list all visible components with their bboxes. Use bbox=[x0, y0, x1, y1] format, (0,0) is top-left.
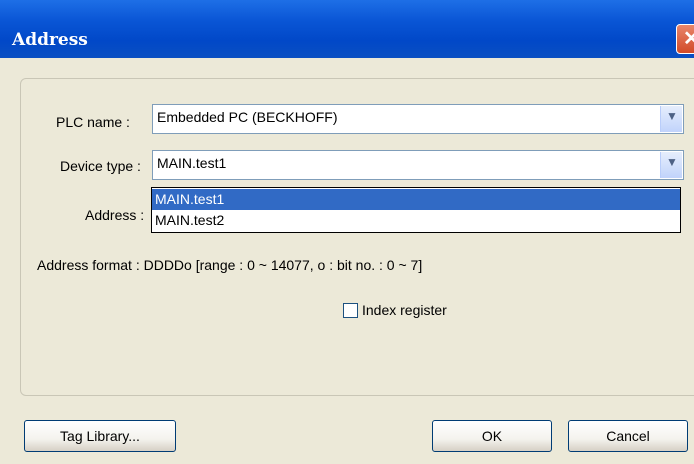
device-type-label: Device type : bbox=[60, 158, 141, 174]
plc-name-label: PLC name : bbox=[56, 114, 130, 130]
chevron-down-icon: ▼ bbox=[666, 155, 678, 169]
device-type-dropdown-list: MAIN.test1 MAIN.test2 bbox=[151, 187, 681, 233]
close-button[interactable]: ✕ bbox=[676, 24, 694, 54]
plc-name-select[interactable]: Embedded PC (BECKHOFF) ▼ bbox=[152, 104, 684, 134]
plc-name-value: Embedded PC (BECKHOFF) bbox=[157, 109, 338, 125]
tag-library-button[interactable]: Tag Library... bbox=[24, 420, 176, 452]
ok-button[interactable]: OK bbox=[432, 420, 552, 452]
address-format-text: Address format : DDDDo [range : 0 ~ 1407… bbox=[37, 257, 423, 273]
chevron-down-icon: ▼ bbox=[666, 109, 678, 123]
close-icon: ✕ bbox=[683, 28, 694, 50]
address-dialog: Address ✕ PLC name : Embedded PC (BECKHO… bbox=[0, 0, 694, 464]
device-type-dropdown-button[interactable]: ▼ bbox=[660, 152, 682, 178]
device-type-value: MAIN.test1 bbox=[157, 155, 227, 171]
device-option-main-test1[interactable]: MAIN.test1 bbox=[152, 189, 680, 210]
index-register-label: Index register bbox=[362, 302, 447, 318]
index-register-checkbox[interactable] bbox=[343, 303, 358, 318]
device-type-select[interactable]: MAIN.test1 ▼ bbox=[152, 150, 684, 180]
title-bar[interactable]: Address ✕ bbox=[0, 0, 694, 58]
cancel-button[interactable]: Cancel bbox=[568, 420, 688, 452]
address-label: Address : bbox=[85, 207, 145, 223]
device-option-main-test2[interactable]: MAIN.test2 bbox=[152, 210, 680, 231]
plc-name-dropdown-button[interactable]: ▼ bbox=[660, 106, 682, 132]
window-title: Address bbox=[12, 30, 88, 50]
